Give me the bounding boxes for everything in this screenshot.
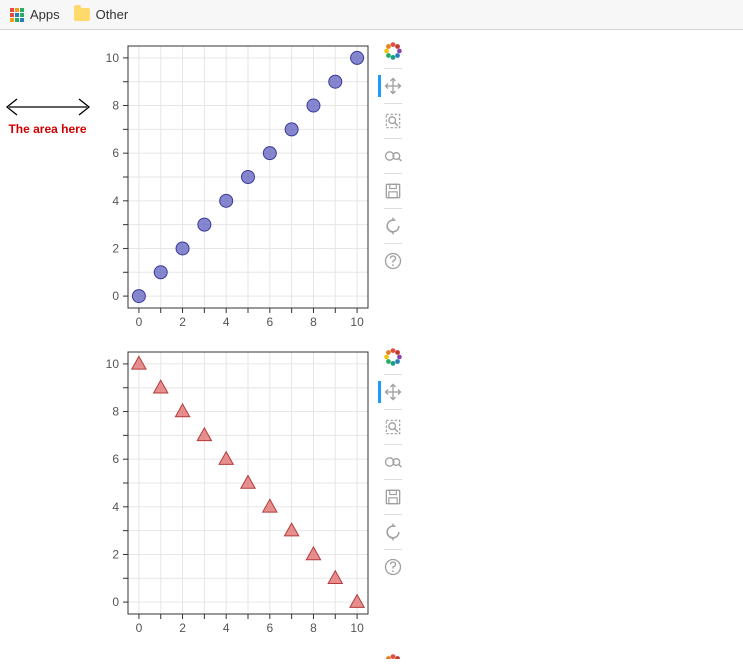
save-icon [383, 181, 403, 201]
box-zoom-tool-button[interactable] [379, 413, 407, 441]
svg-text:4: 4 [112, 500, 119, 514]
toolbar-separator [384, 173, 402, 174]
pan-tool-button[interactable] [379, 72, 407, 100]
pan-icon [383, 382, 403, 402]
toolbar-separator [384, 479, 402, 480]
active-tool-indicator [378, 75, 381, 97]
box-zoom-icon [383, 417, 403, 437]
help-icon [383, 557, 403, 577]
plot-frame-1: 0 2 4 6 8 10 0 2 4 6 8 10 [95, 341, 375, 641]
folder-icon [74, 8, 90, 21]
active-tool-indicator [378, 381, 381, 403]
plot-frame-0: 0 2 4 6 8 10 0 2 4 6 8 10 [95, 35, 375, 335]
toolbar-separator [384, 444, 402, 445]
plots-column: 0 2 4 6 8 10 0 2 4 6 8 10 0 2 4 6 8 10 0 2 4 6 8 10 [95, 35, 407, 659]
toolbar-separator [384, 514, 402, 515]
save-tool-button[interactable] [379, 483, 407, 511]
toolbar-separator [384, 138, 402, 139]
toolbar-separator [384, 374, 402, 375]
svg-text:8: 8 [310, 315, 317, 329]
plot-frame-peek [95, 647, 375, 659]
other-bookmark[interactable]: Other [74, 7, 129, 22]
svg-text:0: 0 [136, 315, 143, 329]
reset-tool-button[interactable] [379, 518, 407, 546]
toolbar-separator [384, 103, 402, 104]
svg-text:2: 2 [112, 547, 119, 561]
wheel-zoom-tool-button[interactable] [379, 448, 407, 476]
svg-text:2: 2 [179, 621, 186, 635]
help-tool-button[interactable] [379, 247, 407, 275]
box-zoom-tool-button[interactable] [379, 107, 407, 135]
svg-text:6: 6 [112, 146, 119, 160]
plot-wrap-0: 0 2 4 6 8 10 0 2 4 6 8 10 [95, 35, 407, 335]
svg-text:0: 0 [136, 621, 143, 635]
wheel-zoom-tool-button[interactable] [379, 142, 407, 170]
annotation-label: The area here [8, 122, 86, 136]
scatter-plot-1[interactable]: 0 2 4 6 8 10 0 2 4 6 8 10 [95, 341, 375, 641]
bookmark-bar: Apps Other [0, 0, 743, 30]
save-tool-button[interactable] [379, 177, 407, 205]
plot-wrap-1: 0 2 4 6 8 10 0 2 4 6 8 10 [95, 341, 407, 641]
other-label: Other [96, 7, 129, 22]
reset-icon [383, 522, 403, 542]
bokeh-logo-button[interactable] [379, 37, 407, 65]
scatter-plot-0[interactable]: 0 2 4 6 8 10 0 2 4 6 8 10 [95, 35, 375, 335]
svg-text:10: 10 [106, 51, 120, 65]
box-zoom-icon [383, 111, 403, 131]
apps-grid-icon [10, 8, 24, 22]
svg-text:2: 2 [112, 241, 119, 255]
svg-text:10: 10 [350, 315, 364, 329]
bokeh-logo-button[interactable] [379, 649, 407, 659]
help-icon [383, 251, 403, 271]
svg-text:10: 10 [350, 621, 364, 635]
svg-text:2: 2 [179, 315, 186, 329]
svg-text:8: 8 [310, 621, 317, 635]
svg-text:0: 0 [112, 289, 119, 303]
plot-toolbar [379, 341, 407, 581]
svg-text:6: 6 [266, 621, 273, 635]
wheel-zoom-icon [383, 452, 403, 472]
wheel-zoom-icon [383, 146, 403, 166]
svg-text:10: 10 [106, 357, 120, 371]
toolbar-separator [384, 208, 402, 209]
left-margin-area: The area here [0, 35, 95, 136]
svg-text:8: 8 [112, 405, 119, 419]
pan-icon [383, 76, 403, 96]
svg-text:0: 0 [112, 595, 119, 609]
svg-text:8: 8 [112, 99, 119, 113]
plot-toolbar [379, 35, 407, 275]
reset-icon [383, 216, 403, 236]
toolbar-separator [384, 409, 402, 410]
toolbar-separator [384, 243, 402, 244]
toolbar-separator [384, 549, 402, 550]
svg-text:6: 6 [112, 452, 119, 466]
pan-tool-button[interactable] [379, 378, 407, 406]
svg-text:6: 6 [266, 315, 273, 329]
svg-text:4: 4 [223, 621, 230, 635]
help-tool-button[interactable] [379, 553, 407, 581]
save-icon [383, 487, 403, 507]
plot-wrap-2-peek [95, 647, 407, 659]
toolbar-separator [384, 68, 402, 69]
apps-label: Apps [30, 7, 60, 22]
bokeh-logo-button[interactable] [379, 343, 407, 371]
svg-text:4: 4 [112, 194, 119, 208]
page-content: The area here 0 2 4 6 8 10 0 2 4 6 8 10 0 2 4 6 8 10 0 2 4 6 8… [0, 30, 743, 659]
apps-bookmark[interactable]: Apps [10, 7, 60, 22]
reset-tool-button[interactable] [379, 212, 407, 240]
double-arrow-icon [3, 95, 93, 120]
svg-text:4: 4 [223, 315, 230, 329]
plot-toolbar-peek [379, 647, 407, 659]
